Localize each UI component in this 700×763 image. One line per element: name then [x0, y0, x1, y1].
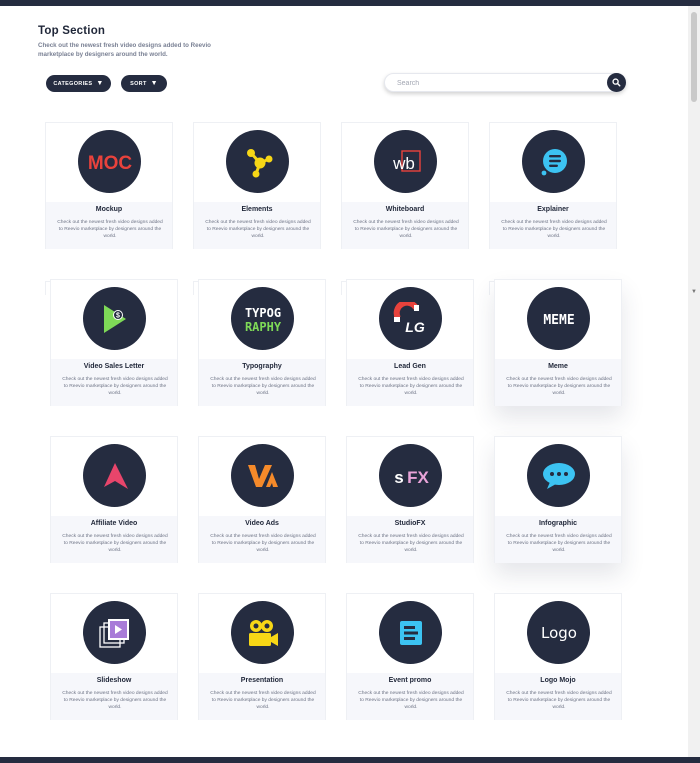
logo-text-icon: Logo	[527, 601, 590, 664]
card-title: Explainer	[537, 206, 569, 213]
category-card-video-ads[interactable]: Video Ads Check out the newest fresh vid…	[198, 436, 326, 563]
category-card-mockup[interactable]: MOC Mockup Check out the newest fresh vi…	[45, 122, 173, 249]
card-description: Check out the newest fresh video designs…	[57, 220, 163, 239]
svg-text:MEME: MEME	[543, 313, 574, 328]
video-ads-va-icon	[231, 444, 294, 507]
slideshow-stack-icon	[83, 601, 146, 664]
category-card-elements[interactable]: Elements Check out the newest fresh vide…	[193, 122, 321, 249]
svg-text:$: $	[116, 312, 120, 319]
card-description: Check out the newest fresh video designs…	[210, 691, 316, 710]
svg-text:s: s	[394, 468, 403, 487]
explainer-bubble-icon	[522, 130, 585, 193]
card-title: Affiliate Video	[90, 520, 138, 527]
card-title: Slideshow	[96, 677, 132, 684]
category-card-studiofx[interactable]: s FX StudioFX Check out the newest fresh…	[346, 436, 474, 563]
categories-button[interactable]: CATEGORIES ▼	[46, 75, 111, 92]
card-description: Check out the newest fresh video designs…	[358, 691, 464, 710]
category-card-video-sales-letter[interactable]: $ Video Sales Letter Check out the newes…	[50, 279, 178, 406]
category-card-explainer[interactable]: Explainer Check out the newest fresh vid…	[489, 122, 617, 249]
search-icon	[612, 78, 621, 87]
page-subtitle: Check out the newest fresh video designs…	[38, 42, 211, 58]
card-title: StudioFX	[394, 520, 426, 527]
category-card-typography[interactable]: TYPOG RAPHY Typography Check out the new…	[198, 279, 326, 406]
card-title: Presentation	[240, 677, 284, 684]
card-title: Video Ads	[245, 520, 279, 527]
card-description: Check out the newest fresh video designs…	[506, 534, 612, 553]
category-card-slideshow[interactable]: Slideshow Check out the newest fresh vid…	[50, 593, 178, 720]
vertical-scrollbar[interactable]: ▼	[688, 6, 700, 757]
search-button[interactable]	[607, 73, 626, 92]
category-card-logo-mojo[interactable]: Logo Logo Mojo Check out the newest fres…	[494, 593, 622, 720]
card-description: Check out the newest fresh video designs…	[506, 691, 612, 710]
sort-button[interactable]: SORT ▼	[121, 75, 167, 92]
card-description: Check out the newest fresh video designs…	[358, 534, 464, 553]
top-bar	[0, 0, 700, 6]
card-title: Infographic	[538, 520, 578, 527]
event-document-icon	[379, 601, 442, 664]
card-title: Elements	[241, 206, 273, 213]
category-card-meme[interactable]: MEME Meme Check out the newest fresh vid…	[494, 279, 622, 406]
card-title: Video Sales Letter	[83, 363, 145, 370]
caret-down-icon: ▼	[150, 80, 158, 87]
svg-text:wb: wb	[392, 154, 415, 173]
svg-text:Logo: Logo	[541, 624, 577, 642]
page-title: Top Section	[38, 25, 106, 37]
category-card-event-promo[interactable]: Event promo Check out the newest fresh v…	[346, 593, 474, 720]
card-title: Mockup	[95, 206, 123, 213]
bottom-bar	[0, 757, 700, 763]
sort-label: SORT	[130, 80, 147, 87]
card-description: Check out the newest fresh video designs…	[506, 377, 612, 396]
category-card-whiteboard[interactable]: wb Whiteboard Check out the newest fresh…	[341, 122, 469, 249]
scroll-down-icon[interactable]: ▼	[691, 289, 697, 295]
category-card-lead-gen[interactable]: LG Lead Gen Check out the newest fresh v…	[346, 279, 474, 406]
card-description: Check out the newest fresh video designs…	[210, 534, 316, 553]
card-description: Check out the newest fresh video designs…	[62, 534, 168, 553]
svg-text:MOC: MOC	[87, 153, 132, 173]
chat-bubble-icon	[527, 444, 590, 507]
magnet-lg-icon: LG	[379, 287, 442, 350]
svg-text:TYPOG: TYPOG	[244, 306, 280, 320]
category-card-presentation[interactable]: Presentation Check out the newest fresh …	[198, 593, 326, 720]
card-description: Check out the newest fresh video designs…	[205, 220, 311, 239]
card-description: Check out the newest fresh video designs…	[358, 377, 464, 396]
card-title: Event promo	[388, 677, 432, 684]
card-description: Check out the newest fresh video designs…	[62, 691, 168, 710]
categories-label: CATEGORIES	[53, 80, 93, 87]
typography-text-icon: TYPOG RAPHY	[231, 287, 294, 350]
category-card-infographic[interactable]: Infographic Check out the newest fresh v…	[494, 436, 622, 563]
card-title: Whiteboard	[385, 206, 425, 213]
meme-text-icon: MEME	[527, 287, 590, 350]
card-title: Typography	[242, 363, 282, 370]
sfx-text-icon: s FX	[379, 444, 442, 507]
card-title: Lead Gen	[394, 363, 426, 370]
whiteboard-wb-icon: wb	[374, 130, 437, 193]
svg-text:RAPHY: RAPHY	[244, 320, 281, 334]
card-description: Check out the newest fresh video designs…	[501, 220, 607, 239]
card-title: Meme	[548, 363, 568, 370]
caret-down-icon: ▼	[96, 80, 104, 87]
card-description: Check out the newest fresh video designs…	[353, 220, 459, 239]
elements-network-icon	[226, 130, 289, 193]
card-description: Check out the newest fresh video designs…	[210, 377, 316, 396]
svg-text:LG: LG	[405, 319, 425, 335]
camera-icon	[231, 601, 294, 664]
category-card-affiliate-video[interactable]: Affiliate Video Check out the newest fre…	[50, 436, 178, 563]
card-description: Check out the newest fresh video designs…	[62, 377, 168, 396]
mockup-logo-icon: MOC	[78, 130, 141, 193]
card-title: Logo Mojo	[540, 677, 576, 684]
play-dollar-icon: $	[83, 287, 146, 350]
scrollbar-thumb[interactable]	[691, 12, 697, 102]
affiliate-a-icon	[83, 444, 146, 507]
search-input[interactable]	[397, 78, 597, 88]
svg-text:FX: FX	[407, 468, 429, 487]
search-box	[384, 73, 626, 92]
